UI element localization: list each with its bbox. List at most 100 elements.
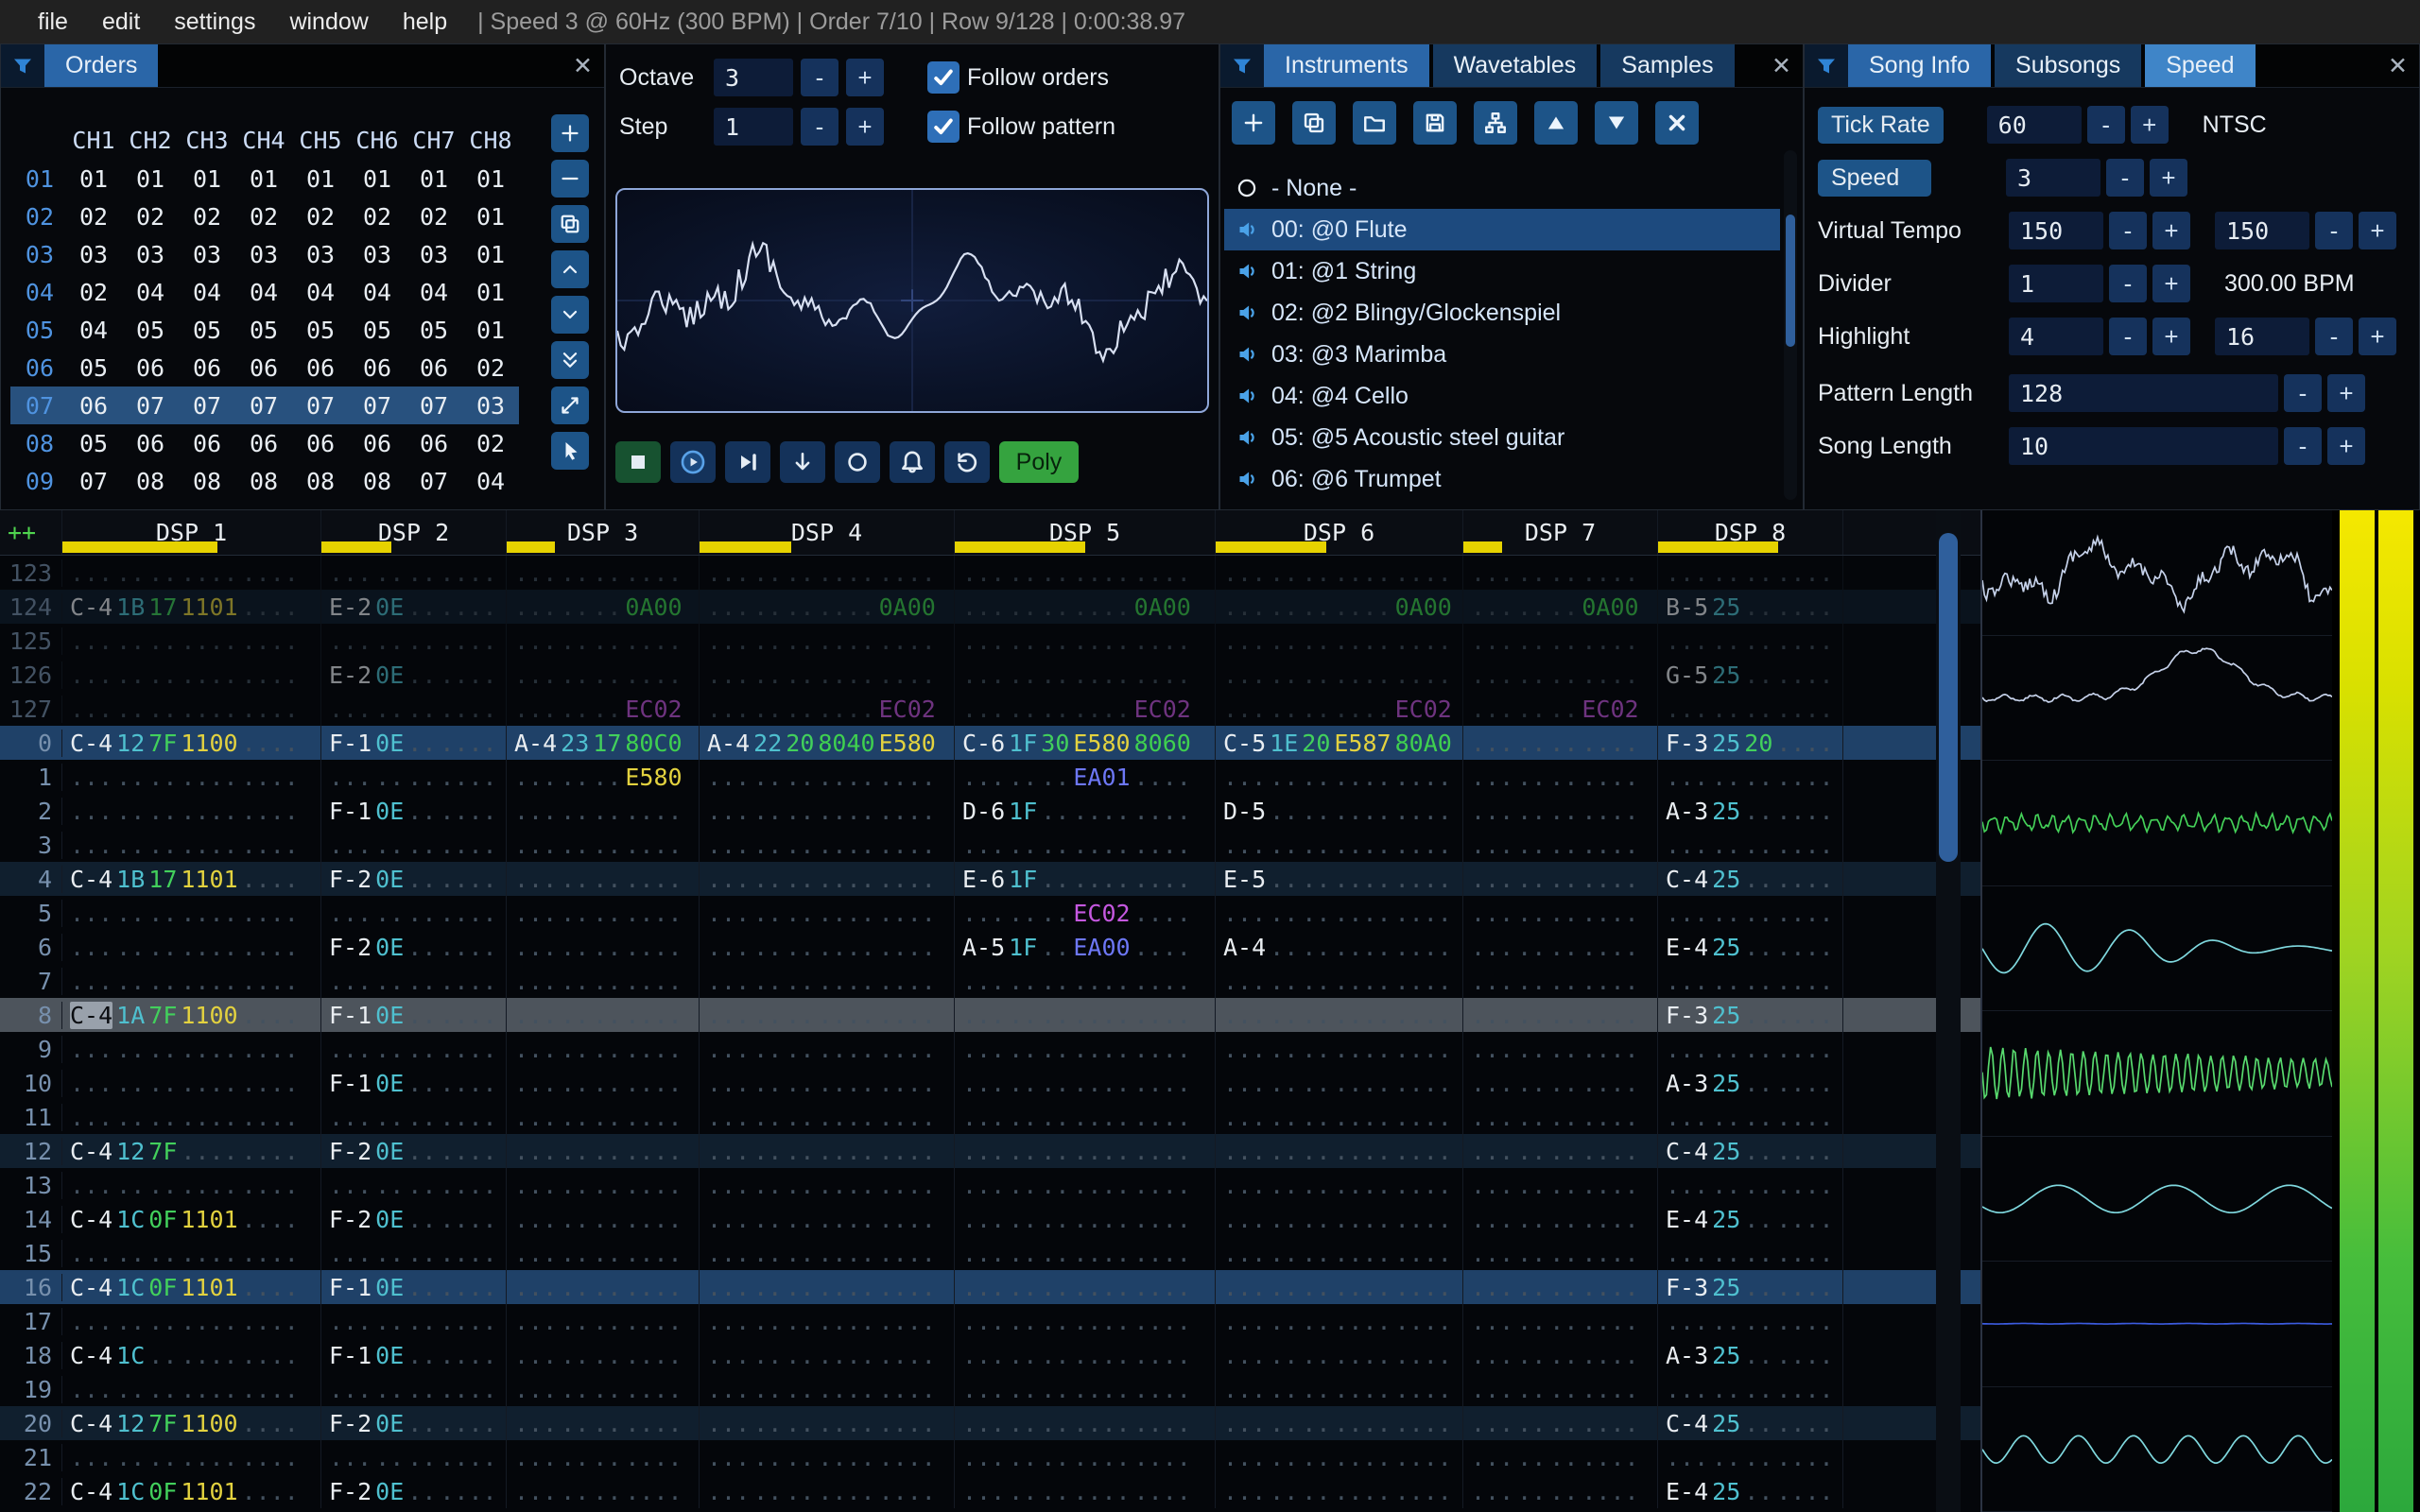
increment-button[interactable]: + <box>2327 374 2365 412</box>
pattern-cell[interactable]: ............... <box>700 998 955 1032</box>
channel-header-3[interactable]: DSP 3 <box>507 510 700 555</box>
order-cell[interactable]: 07 <box>406 392 462 420</box>
pattern-cell[interactable]: F-1 0E...... <box>321 998 507 1032</box>
increment-button[interactable]: + <box>2150 159 2187 197</box>
pattern-cell[interactable]: ........... <box>507 1134 700 1168</box>
pattern-cell[interactable]: ........... <box>507 658 700 692</box>
decrement-button[interactable]: - <box>2315 318 2353 355</box>
highlight-first-input[interactable]: 4 <box>2009 318 2103 355</box>
window-menu-icon[interactable] <box>1220 44 1264 87</box>
pattern-cell[interactable]: ........... <box>1463 828 1658 862</box>
pattern-cell[interactable]: ........... <box>1463 862 1658 896</box>
pattern-cell[interactable]: ........... <box>1463 1474 1658 1508</box>
order-row-05[interactable]: 05 04 05 05 05 05 05 05 01 <box>10 311 519 349</box>
pattern-cell[interactable]: ........... <box>1658 1032 1843 1066</box>
pattern-cell[interactable]: A-3 25...... <box>1658 1066 1843 1100</box>
pattern-row[interactable]: 16 C-4 1C 0F 1101.... F-1 0E..................… <box>0 1270 1980 1304</box>
pattern-cell[interactable]: F-1 0E...... <box>321 1270 507 1304</box>
pattern-cell[interactable]: ........... <box>1658 1100 1843 1134</box>
order-cell[interactable]: 08 <box>292 468 349 495</box>
order-cell[interactable]: 03 <box>292 241 349 268</box>
pattern-cell[interactable]: ........... <box>1658 964 1843 998</box>
duplicate-order-end-button[interactable] <box>551 341 589 379</box>
pattern-cell[interactable]: ........... <box>1463 760 1658 794</box>
poly-button[interactable]: Poly <box>999 441 1079 483</box>
delete-instrument-button[interactable] <box>1655 101 1699 145</box>
pattern-cell[interactable]: ........... <box>507 1474 700 1508</box>
order-row-01[interactable]: 01 01 01 01 01 01 01 01 01 <box>10 160 519 198</box>
pattern-cell[interactable]: ............... <box>700 1100 955 1134</box>
song-length-input[interactable]: 10 <box>2009 427 2278 465</box>
pattern-cell[interactable]: ........... <box>507 1168 700 1202</box>
order-cell[interactable]: 02 <box>65 203 122 231</box>
move-instrument-up-button[interactable] <box>1534 101 1578 145</box>
pattern-cell[interactable]: F-1 0E...... <box>321 726 507 760</box>
channel-header-6[interactable]: DSP 6 <box>1216 510 1463 555</box>
pattern-cell[interactable]: E-5............ <box>1216 862 1463 896</box>
pattern-cell[interactable]: ........... <box>507 998 700 1032</box>
pattern-cell[interactable]: ............... <box>62 760 321 794</box>
pattern-cell[interactable]: ............... <box>1216 1168 1463 1202</box>
decrement-button[interactable]: - <box>2109 318 2147 355</box>
pattern-cell[interactable]: ............... <box>955 1406 1216 1440</box>
pattern-cell[interactable]: ............... <box>1216 1100 1463 1134</box>
channel-header-8[interactable]: DSP 8 <box>1658 510 1843 555</box>
pattern-row[interactable]: 13......................................… <box>0 1168 1980 1202</box>
pattern-cell[interactable]: ............... <box>62 556 321 590</box>
pattern-cell[interactable]: ............... <box>1216 1372 1463 1406</box>
pattern-cell[interactable]: ........... <box>321 1032 507 1066</box>
order-cell[interactable]: 04 <box>292 279 349 306</box>
pattern-cell[interactable]: ........... <box>1658 896 1843 930</box>
octave-increment-button[interactable]: + <box>846 59 884 96</box>
pattern-cell[interactable]: ........... <box>507 794 700 828</box>
order-cell[interactable]: 01 <box>122 165 179 193</box>
pattern-cell[interactable]: ............... <box>700 1406 955 1440</box>
order-row-03[interactable]: 03 03 03 03 03 03 03 03 01 <box>10 235 519 273</box>
pattern-cell[interactable]: ............... <box>1216 1338 1463 1372</box>
pattern-cell[interactable]: ............... <box>955 1168 1216 1202</box>
pattern-cell[interactable]: ........... <box>321 1236 507 1270</box>
tab-orders[interactable]: Orders <box>44 44 159 87</box>
order-cell[interactable]: 07 <box>122 392 179 420</box>
virtual-tempo-denominator[interactable]: 150 <box>2215 212 2309 249</box>
increment-button[interactable]: + <box>2359 318 2396 355</box>
order-row-02[interactable]: 02 02 02 02 02 02 02 02 01 <box>10 198 519 235</box>
order-cell[interactable]: 01 <box>65 165 122 193</box>
instrument-item[interactable]: 01: @1 String <box>1224 250 1780 292</box>
window-menu-icon[interactable] <box>1805 44 1848 87</box>
pattern-cell[interactable]: ........... <box>1658 1168 1843 1202</box>
pattern-cell[interactable]: G-5 25...... <box>1658 658 1843 692</box>
pattern-cell[interactable]: A-4 22 20 8040 E580 <box>700 726 955 760</box>
instrument-item[interactable]: 06: @6 Trumpet <box>1224 458 1780 500</box>
pattern-cell[interactable]: ............... <box>1216 964 1463 998</box>
order-cell[interactable]: 02 <box>292 203 349 231</box>
pattern-cell[interactable]: ....... 0A00 <box>507 590 700 624</box>
order-cell[interactable]: 03 <box>406 241 462 268</box>
pattern-cell[interactable]: ............... <box>700 964 955 998</box>
order-cell[interactable]: 02 <box>65 279 122 306</box>
pattern-cell[interactable]: ....... 0A00 <box>1463 590 1658 624</box>
order-cell[interactable]: 07 <box>235 392 292 420</box>
pattern-cell[interactable]: ............... <box>700 1134 955 1168</box>
pattern-cell[interactable]: ........... <box>507 828 700 862</box>
save-instrument-button[interactable] <box>1413 101 1457 145</box>
pattern-cell[interactable]: ........... <box>1463 896 1658 930</box>
pattern-row[interactable]: 124 C-4 1B 17 1101.... E-2 0E............. 0A00… <box>0 590 1980 624</box>
pattern-cell[interactable]: ............... <box>700 1338 955 1372</box>
pattern-cell[interactable]: ............... <box>1216 1440 1463 1474</box>
pattern-cell[interactable]: ............... <box>62 1236 321 1270</box>
order-cell[interactable]: 07 <box>65 468 122 495</box>
pattern-cell[interactable]: ............... <box>955 1100 1216 1134</box>
pattern-row[interactable]: 126............... E-2 0E.................… <box>0 658 1980 692</box>
pattern-cell[interactable]: ........... <box>1658 1236 1843 1270</box>
order-cell[interactable]: 06 <box>179 430 235 457</box>
pattern-cell[interactable]: F-1 0E...... <box>321 1338 507 1372</box>
pattern-cell[interactable]: ............... <box>955 1440 1216 1474</box>
pattern-cell[interactable]: ............... <box>700 862 955 896</box>
pattern-cell[interactable]: F-3 25...... <box>1658 1270 1843 1304</box>
pattern-cell[interactable]: ............... <box>955 1474 1216 1508</box>
pattern-row[interactable]: 9.......................................… <box>0 1032 1980 1066</box>
pattern-row[interactable]: 11......................................… <box>0 1100 1980 1134</box>
order-cell[interactable]: 06 <box>406 354 462 382</box>
pattern-cell[interactable]: ........... <box>1658 1304 1843 1338</box>
